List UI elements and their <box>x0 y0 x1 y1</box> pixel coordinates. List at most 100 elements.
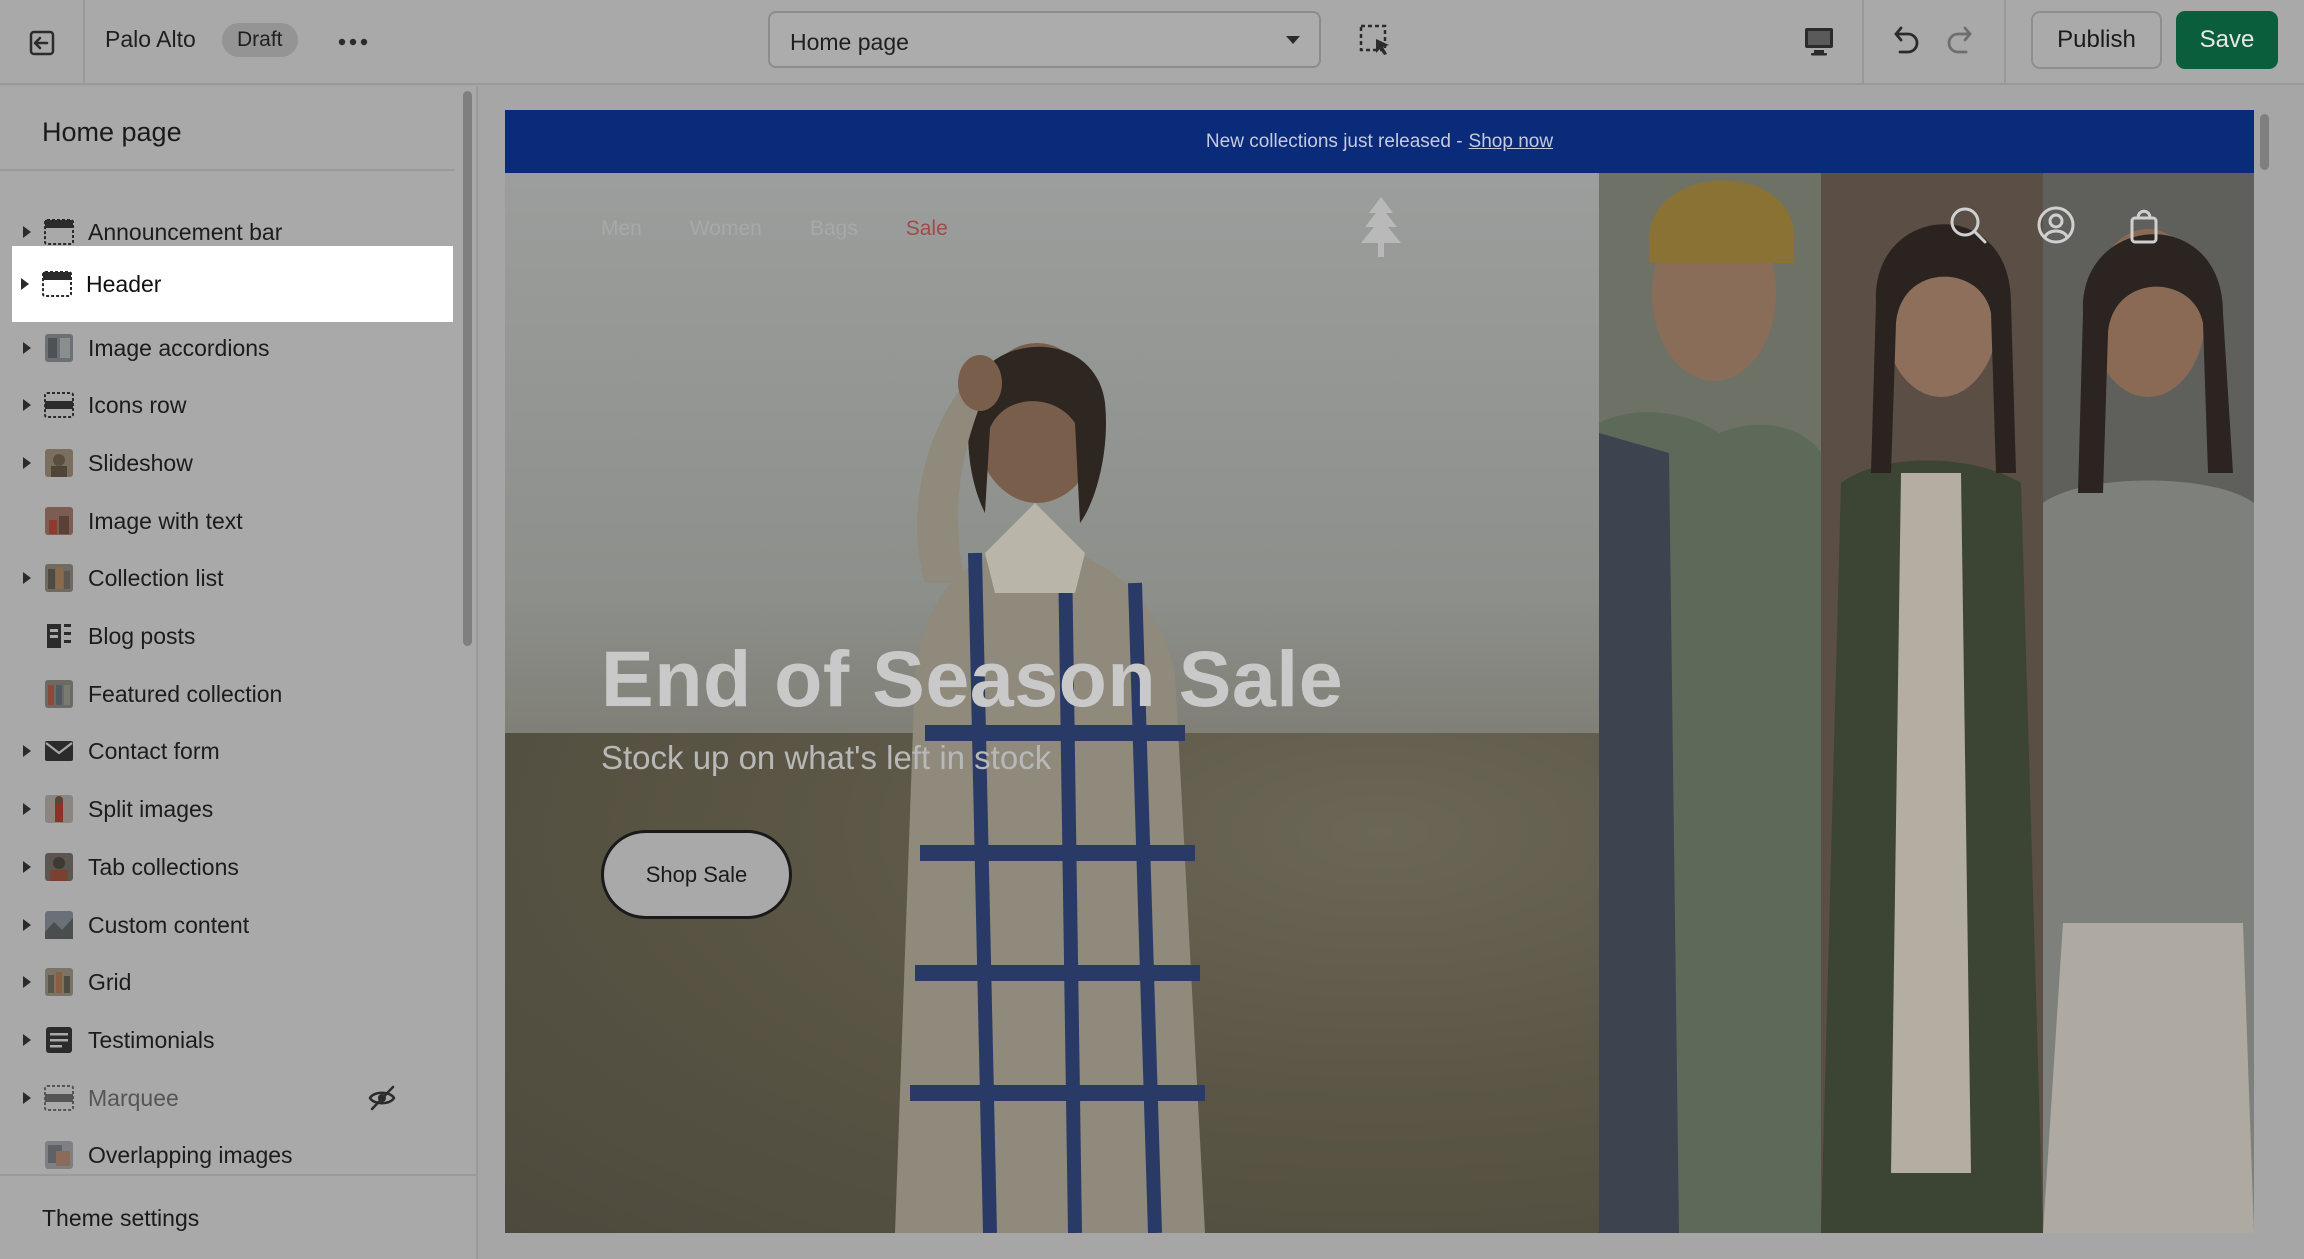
expand-arrow-icon[interactable] <box>20 398 34 412</box>
section-item-image-with-text[interactable]: Image with text <box>14 493 455 549</box>
shop-sale-button[interactable]: Shop Sale <box>601 830 792 919</box>
account-icon-button[interactable] <box>2036 205 2076 245</box>
scrollbar-thumb[interactable] <box>2260 114 2269 170</box>
section-item-collection-list[interactable]: Collection list <box>14 550 455 606</box>
save-button[interactable]: Save <box>2176 11 2278 69</box>
store-nav-icons <box>1948 205 2164 245</box>
section-label: Contact form <box>88 737 220 764</box>
preview-bottom-gutter <box>480 1239 2304 1259</box>
scrollbar-thumb[interactable] <box>463 91 472 646</box>
section-item-blog-posts[interactable]: Blog posts <box>14 608 455 664</box>
section-item-testimonials[interactable]: Testimonials <box>14 1012 455 1068</box>
expand-arrow-icon[interactable] <box>20 456 34 470</box>
announcement-text: New collections just released - <box>1205 130 1463 152</box>
section-item-header[interactable]: Header <box>12 246 453 322</box>
section-label: Header <box>86 270 162 297</box>
hero-subtitle: Stock up on what's left in stock <box>601 739 1052 776</box>
divider <box>0 169 455 171</box>
section-item-tab-collections[interactable]: Tab collections <box>14 839 455 895</box>
blog-icon <box>47 624 71 648</box>
section-layout-icon <box>44 1085 74 1111</box>
expand-arrow-icon[interactable] <box>20 571 34 585</box>
select-element-icon <box>1359 24 1389 55</box>
image-thumbnail-icon <box>45 853 73 881</box>
status-badge: Draft <box>222 23 298 57</box>
expand-arrow-icon[interactable] <box>20 744 34 758</box>
section-item-contact-form[interactable]: Contact form <box>14 723 455 779</box>
section-label: Split images <box>88 795 214 822</box>
store-logo-icon[interactable] <box>1353 195 1409 259</box>
more-horizontal-icon <box>338 38 368 46</box>
model-image-2 <box>1821 173 2043 1233</box>
hero-side-images <box>1599 173 2254 1233</box>
hero-section: Men Women Bags Sale End of Season Sale S… <box>505 173 2254 1233</box>
section-item-featured-collection[interactable]: Featured collection <box>14 666 455 722</box>
chevron-down-icon <box>1286 36 1300 44</box>
mail-icon <box>45 741 73 761</box>
hero-title: End of Season Sale <box>601 634 1344 723</box>
page-select-value: Home page <box>790 29 909 55</box>
nav-link-bags[interactable]: Bags <box>810 217 858 241</box>
section-item-icons-row[interactable]: Icons row <box>14 377 455 433</box>
exit-button[interactable] <box>0 0 85 85</box>
expand-arrow-icon[interactable] <box>20 802 34 816</box>
section-layout-icon <box>42 271 72 297</box>
section-label: Image with text <box>88 507 243 534</box>
inspector-button[interactable] <box>1358 23 1394 59</box>
section-label: Blog posts <box>88 622 196 649</box>
model-image-3 <box>2043 173 2254 1233</box>
model-image-1 <box>1599 173 1821 1233</box>
section-layout-icon <box>44 219 74 245</box>
section-label: Tab collections <box>88 853 239 880</box>
nav-link-men[interactable]: Men <box>601 217 642 241</box>
section-label: Announcement bar <box>88 218 283 245</box>
eye-off-icon[interactable] <box>367 1083 397 1113</box>
search-icon-button[interactable] <box>1948 205 1988 245</box>
more-actions-button[interactable] <box>336 25 370 59</box>
sections-sidebar: Home page Announcement bar Header Image … <box>0 87 478 1259</box>
section-item-custom-content[interactable]: Custom content <box>14 897 455 953</box>
section-item-slideshow[interactable]: Slideshow <box>14 435 455 491</box>
expand-arrow-icon[interactable] <box>20 1091 34 1105</box>
image-thumbnail-icon <box>45 449 73 477</box>
redo-button[interactable] <box>1942 20 1982 60</box>
section-item-split-images[interactable]: Split images <box>14 781 455 837</box>
nav-link-women[interactable]: Women <box>690 217 762 241</box>
section-label: Featured collection <box>88 680 283 707</box>
page-select[interactable]: Home page <box>768 11 1321 68</box>
expand-arrow-icon[interactable] <box>20 225 34 239</box>
redo-icon <box>1947 26 1972 54</box>
sidebar-scrollbar[interactable] <box>460 87 474 1172</box>
announcement-bar: New collections just released - Shop now <box>505 110 2254 173</box>
section-item-grid[interactable]: Grid <box>14 954 455 1010</box>
announcement-link[interactable]: Shop now <box>1469 131 1554 153</box>
undo-icon <box>1894 26 1919 54</box>
search-icon <box>1950 207 1987 244</box>
section-item-marquee[interactable]: Marquee <box>14 1070 455 1126</box>
expand-arrow-icon[interactable] <box>20 1033 34 1047</box>
undo-button[interactable] <box>1884 20 1924 60</box>
expand-arrow-icon[interactable] <box>20 975 34 989</box>
image-thumbnail-icon <box>45 680 73 708</box>
section-label: Marquee <box>88 1084 179 1111</box>
section-item-image-accordions[interactable]: Image accordions <box>14 320 455 376</box>
expand-arrow-icon[interactable] <box>20 918 34 932</box>
expand-arrow-icon[interactable] <box>18 277 32 291</box>
cart-icon-button[interactable] <box>2124 205 2164 245</box>
preview-scrollbar[interactable] <box>2256 110 2272 172</box>
desktop-view-button[interactable] <box>1800 22 1838 60</box>
expand-arrow-icon[interactable] <box>20 860 34 874</box>
desktop-icon <box>1805 28 1833 56</box>
account-icon <box>2037 206 2075 244</box>
nav-link-sale[interactable]: Sale <box>906 217 948 241</box>
section-label: Testimonials <box>88 1026 215 1053</box>
storefront-preview[interactable]: New collections just released - Shop now <box>505 110 2254 1233</box>
theme-settings-row[interactable]: Theme settings <box>0 1174 476 1259</box>
publish-button[interactable]: Publish <box>2031 11 2162 69</box>
expand-arrow-icon[interactable] <box>20 341 34 355</box>
image-thumbnail-icon <box>45 507 73 535</box>
image-thumbnail-icon <box>45 968 73 996</box>
text-block-icon <box>46 1027 72 1053</box>
image-thumbnail-icon <box>45 911 73 939</box>
image-thumbnail-icon <box>45 334 73 362</box>
